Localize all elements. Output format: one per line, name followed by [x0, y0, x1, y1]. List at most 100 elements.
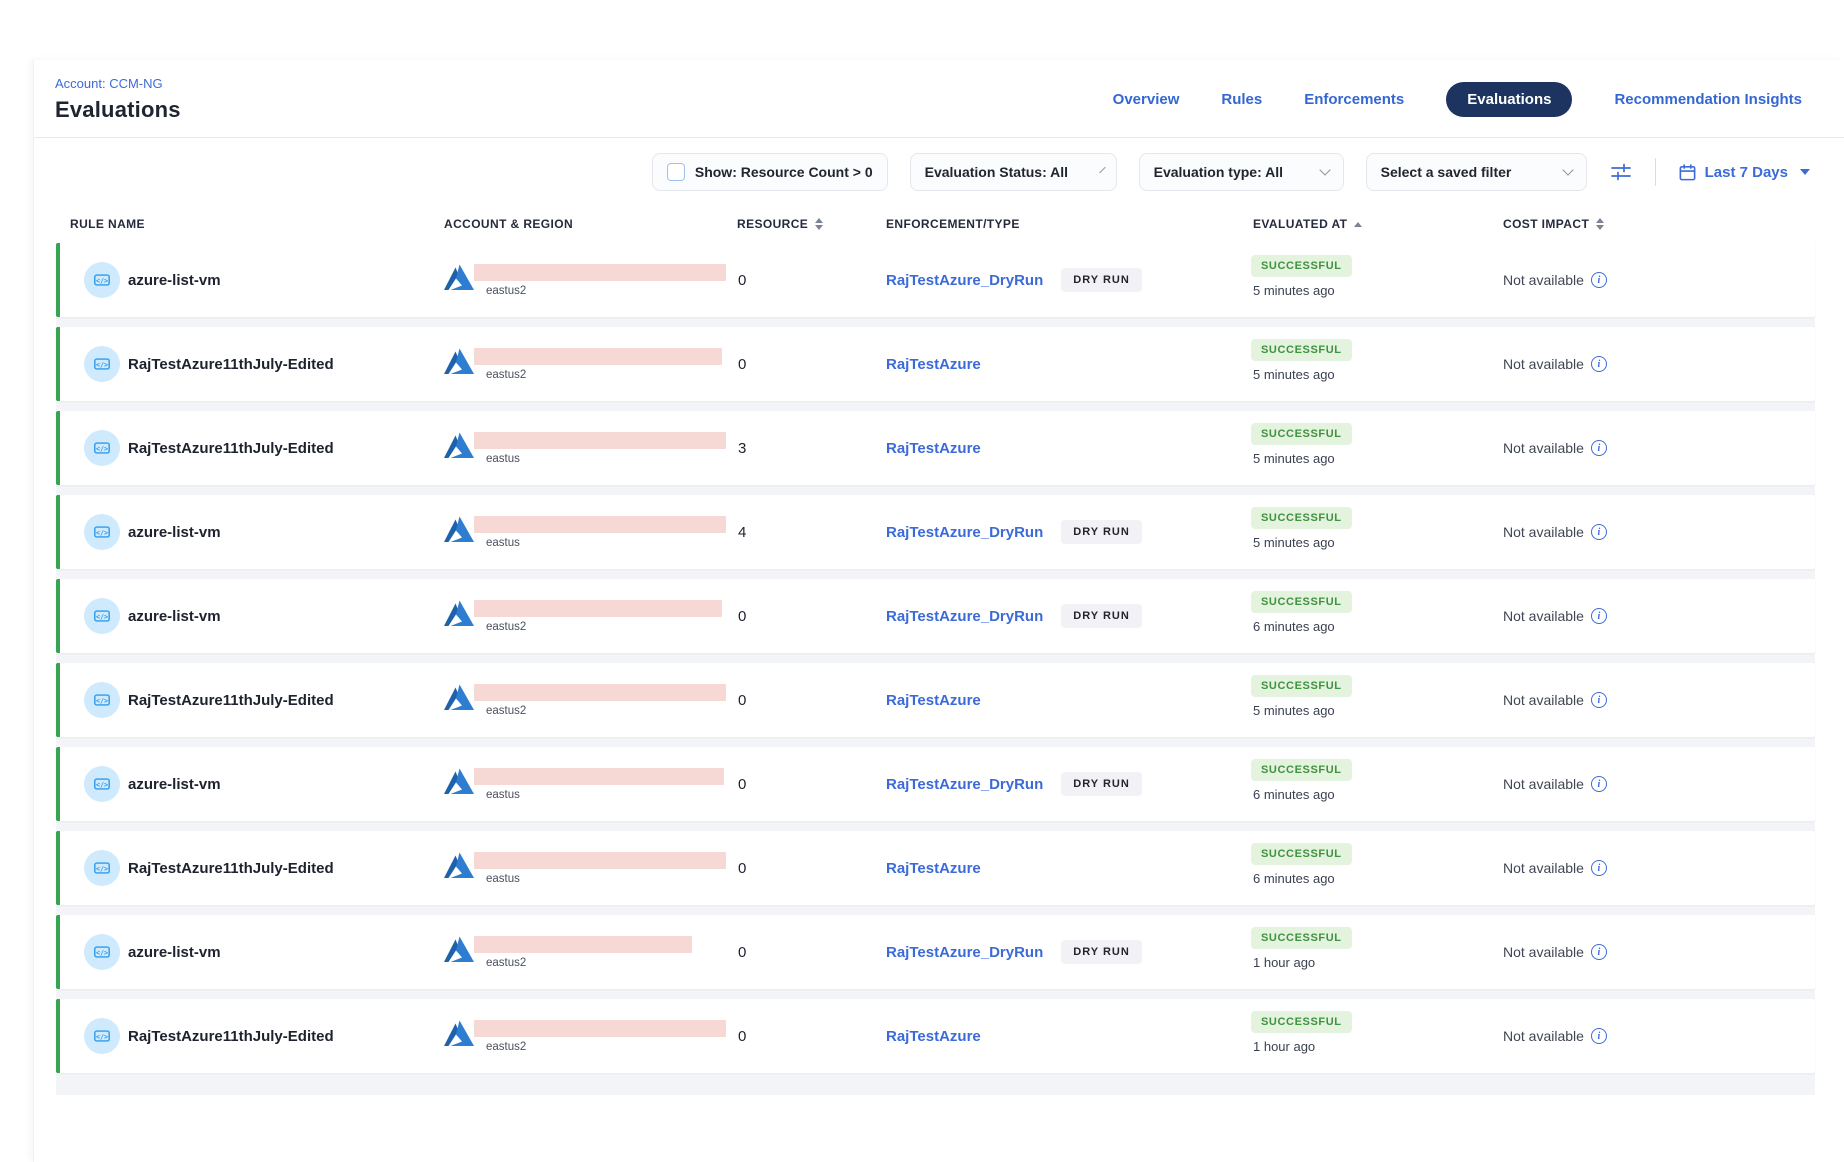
redacted-account-name	[474, 936, 692, 953]
evaluation-table-row[interactable]: </> RajTestAzure11thJuly-Edited eastus2 …	[56, 663, 1815, 737]
resource-count-label: Show: Resource Count > 0	[695, 164, 873, 180]
rule-name-cell: </> azure-list-vm	[60, 243, 444, 317]
rule-name-cell: </> azure-list-vm	[60, 495, 444, 569]
column-header-enforcement-type[interactable]: ENFORCEMENT/TYPE	[872, 217, 1237, 231]
rule-icon: </>	[84, 934, 120, 970]
filter-settings-button[interactable]	[1609, 160, 1633, 184]
cost-impact-cell: Not available i	[1491, 579, 1815, 653]
dry-run-badge: DRY RUN	[1061, 604, 1142, 628]
nav-tabs: Overview Rules Enforcements Evaluations …	[1113, 82, 1802, 117]
enforcement-link[interactable]: RajTestAzure_DryRun	[886, 608, 1043, 625]
evaluated-time: 6 minutes ago	[1253, 871, 1335, 886]
tab-enforcements[interactable]: Enforcements	[1304, 91, 1404, 108]
enforcement-cell: RajTestAzure_DryRun DRY RUN	[876, 915, 1241, 989]
info-icon[interactable]: i	[1591, 440, 1607, 456]
status-badge: SUCCESSFUL	[1251, 759, 1352, 781]
page-title-block: Account: CCM-NG Evaluations	[55, 76, 181, 123]
column-header-account-region[interactable]: ACCOUNT & REGION	[440, 217, 722, 231]
enforcement-cell: RajTestAzure	[876, 999, 1241, 1073]
dry-run-badge: DRY RUN	[1061, 520, 1142, 544]
evaluation-table-row[interactable]: </> azure-list-vm eastus2 0 RajTestAzure…	[56, 243, 1815, 317]
azure-icon	[444, 936, 474, 963]
tab-recommendation-insights[interactable]: Recommendation Insights	[1614, 91, 1802, 108]
evaluation-table-row[interactable]: </> azure-list-vm eastus 4 RajTestAzure_…	[56, 495, 1815, 569]
azure-icon	[444, 516, 474, 543]
enforcement-link[interactable]: RajTestAzure	[886, 356, 981, 373]
evaluated-time: 6 minutes ago	[1253, 619, 1335, 634]
sort-ascending-icon[interactable]	[1354, 222, 1362, 227]
evaluation-table-row[interactable]: </> RajTestAzure11thJuly-Edited eastus2 …	[56, 327, 1815, 401]
svg-text:</>: </>	[96, 697, 108, 705]
info-icon[interactable]: i	[1591, 776, 1607, 792]
evaluation-table-row[interactable]: </> RajTestAzure11thJuly-Edited eastus 0…	[56, 831, 1815, 905]
enforcement-link[interactable]: RajTestAzure_DryRun	[886, 776, 1043, 793]
info-icon[interactable]: i	[1591, 356, 1607, 372]
rule-icon: </>	[84, 346, 120, 382]
evaluated-at-cell: SUCCESSFUL 6 minutes ago	[1241, 579, 1491, 653]
enforcement-link[interactable]: RajTestAzure_DryRun	[886, 944, 1043, 961]
calendar-icon	[1678, 163, 1697, 182]
info-icon[interactable]: i	[1591, 692, 1607, 708]
cost-impact-cell: Not available i	[1491, 831, 1815, 905]
status-badge: SUCCESSFUL	[1251, 255, 1352, 277]
azure-icon	[444, 600, 474, 627]
saved-filter-dropdown[interactable]: Select a saved filter	[1366, 153, 1587, 191]
evaluation-table-row[interactable]: </> RajTestAzure11thJuly-Edited eastus 3…	[56, 411, 1815, 485]
svg-text:</>: </>	[96, 781, 108, 789]
column-header-evaluated-at[interactable]: EVALUATED AT	[1237, 217, 1487, 231]
enforcement-link[interactable]: RajTestAzure	[886, 440, 981, 457]
column-header-cost-impact[interactable]: COST IMPACT	[1487, 217, 1815, 231]
evaluated-time: 5 minutes ago	[1253, 283, 1335, 298]
enforcement-link[interactable]: RajTestAzure_DryRun	[886, 272, 1043, 289]
tab-evaluations[interactable]: Evaluations	[1446, 82, 1572, 117]
svg-text:</>: </>	[96, 277, 108, 285]
azure-icon	[444, 684, 474, 711]
rule-icon: </>	[84, 598, 120, 634]
cost-impact-value: Not available	[1503, 1028, 1584, 1044]
redacted-account-name	[474, 600, 722, 617]
enforcement-link[interactable]: RajTestAzure	[886, 1028, 981, 1045]
evaluated-at-cell: SUCCESSFUL 1 hour ago	[1241, 999, 1491, 1073]
info-icon[interactable]: i	[1591, 1028, 1607, 1044]
tab-overview[interactable]: Overview	[1113, 91, 1180, 108]
evaluation-table-row[interactable]: </> azure-list-vm eastus2 0 RajTestAzure…	[56, 915, 1815, 989]
evaluation-status-dropdown[interactable]: Evaluation Status: All	[910, 153, 1117, 191]
rule-name-cell: </> RajTestAzure11thJuly-Edited	[60, 411, 444, 485]
evaluated-time: 6 minutes ago	[1253, 787, 1335, 802]
info-icon[interactable]: i	[1591, 860, 1607, 876]
enforcement-link[interactable]: RajTestAzure_DryRun	[886, 524, 1043, 541]
enforcement-cell: RajTestAzure_DryRun DRY RUN	[876, 495, 1241, 569]
evaluation-table-row[interactable]: </> azure-list-vm eastus2 0 RajTestAzure…	[56, 579, 1815, 653]
rule-icon: </>	[84, 850, 120, 886]
info-icon[interactable]: i	[1591, 944, 1607, 960]
date-range-selector[interactable]: Last 7 Days	[1678, 163, 1810, 182]
rule-icon: </>	[84, 514, 120, 550]
redacted-account-name	[474, 852, 726, 869]
sort-icon[interactable]	[1596, 218, 1604, 230]
table-header-row: RULE NAME ACCOUNT & REGION RESOURCE ENFO…	[56, 205, 1815, 243]
info-icon[interactable]: i	[1591, 524, 1607, 540]
tab-rules[interactable]: Rules	[1221, 91, 1262, 108]
column-header-resource[interactable]: RESOURCE	[722, 217, 872, 231]
account-breadcrumb-link[interactable]: Account: CCM-NG	[55, 76, 181, 91]
column-header-rule-name[interactable]: RULE NAME	[56, 217, 440, 231]
sort-icon[interactable]	[815, 218, 823, 230]
evaluated-at-cell: SUCCESSFUL 5 minutes ago	[1241, 663, 1491, 737]
dry-run-badge: DRY RUN	[1061, 268, 1142, 292]
filter-bar: Show: Resource Count > 0 Evaluation Stat…	[34, 138, 1844, 203]
rule-name-cell: </> RajTestAzure11thJuly-Edited	[60, 663, 444, 737]
evaluation-type-dropdown[interactable]: Evaluation type: All	[1139, 153, 1344, 191]
resource-count-filter[interactable]: Show: Resource Count > 0	[652, 153, 888, 191]
rule-name-cell: </> azure-list-vm	[60, 579, 444, 653]
resource-count-checkbox[interactable]	[667, 163, 685, 181]
info-icon[interactable]: i	[1591, 608, 1607, 624]
account-region-cell: eastus	[444, 411, 726, 485]
rule-name-cell: </> RajTestAzure11thJuly-Edited	[60, 999, 444, 1073]
info-icon[interactable]: i	[1591, 272, 1607, 288]
status-badge: SUCCESSFUL	[1251, 1011, 1352, 1033]
evaluation-table-row[interactable]: </> azure-list-vm eastus 0 RajTestAzure_…	[56, 747, 1815, 821]
evaluation-table-row[interactable]: </> RajTestAzure11thJuly-Edited eastus2 …	[56, 999, 1815, 1073]
cost-impact-cell: Not available i	[1491, 747, 1815, 821]
enforcement-link[interactable]: RajTestAzure	[886, 860, 981, 877]
enforcement-link[interactable]: RajTestAzure	[886, 692, 981, 709]
